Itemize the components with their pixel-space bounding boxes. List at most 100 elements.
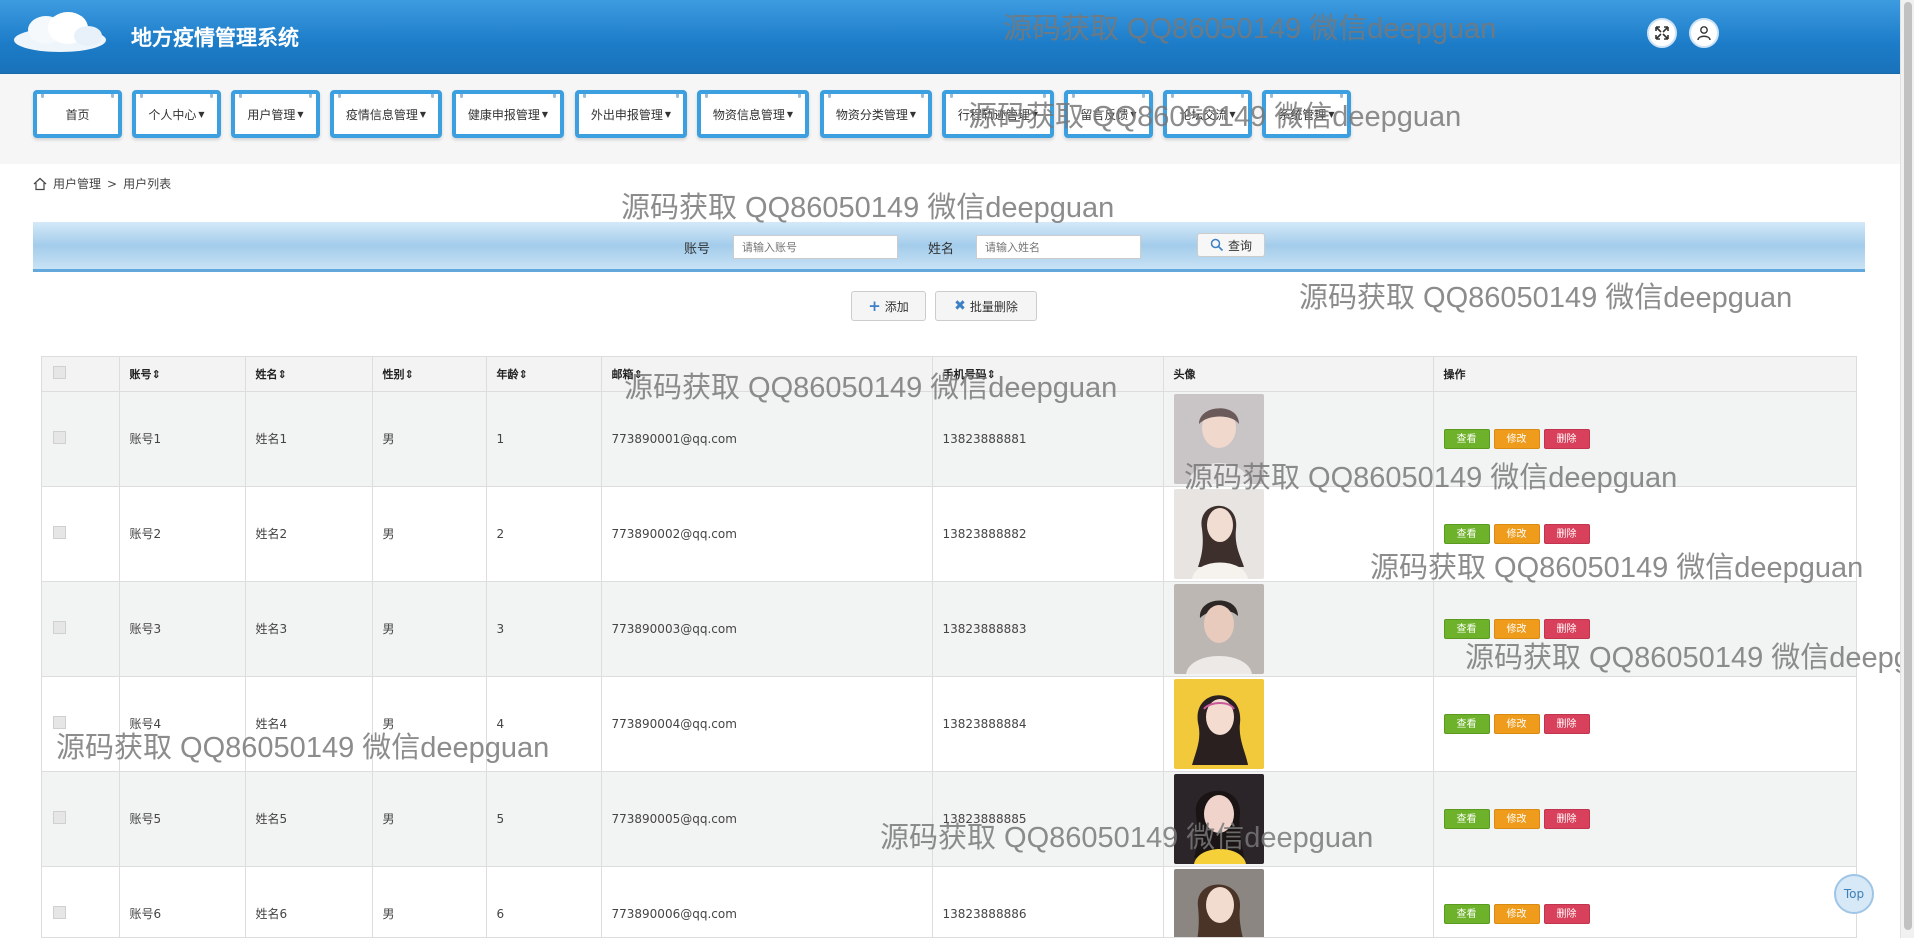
cell-gender: 男 [372, 486, 487, 582]
cell-phone: 13823888882 [932, 486, 1164, 582]
column-header-email[interactable]: 邮箱⇕ [601, 357, 933, 392]
delete-button[interactable]: 删除 [1543, 523, 1590, 544]
edit-button[interactable]: 修改 [1493, 523, 1540, 544]
breadcrumb-page: 用户列表 [123, 177, 172, 191]
chevron-down-icon: ▼ [1229, 109, 1236, 119]
avatar [1173, 868, 1264, 937]
nav-item-personal[interactable]: 个人中心 ▼ [132, 90, 221, 138]
chevron-down-icon: ▼ [297, 109, 304, 119]
table-row: 账号6 姓名6 男 6 773890006@qq.com 13823888886… [42, 866, 1856, 937]
column-header-name[interactable]: 姓名⇕ [245, 357, 373, 392]
cloud-logo-icon [14, 12, 106, 52]
column-header-age[interactable]: 年龄⇕ [486, 357, 602, 392]
view-button[interactable]: 查看 [1443, 618, 1490, 639]
query-button[interactable]: 查询 [1197, 233, 1265, 257]
row-checkbox[interactable] [53, 525, 66, 539]
cell-account: 账号4 [119, 676, 246, 772]
cell-name: 姓名3 [245, 581, 373, 677]
table-row: 账号5 姓名5 男 5 773890005@qq.com 13823888885… [42, 771, 1856, 867]
nav-item-system[interactable]: 系统管理 ▼ [1262, 90, 1351, 138]
cell-phone: 13823888883 [932, 581, 1164, 677]
breadcrumb: 用户管理 > 用户列表 [33, 175, 171, 192]
nav-item-supply-category[interactable]: 物资分类管理 ▼ [820, 90, 932, 138]
view-button[interactable]: 查看 [1443, 428, 1490, 449]
nav-item-trajectory[interactable]: 行程轨迹管理 ▼ [942, 90, 1054, 138]
row-checkbox[interactable] [53, 620, 66, 634]
chevron-down-icon: ▼ [1031, 109, 1039, 119]
nav-item-outing[interactable]: 外出申报管理 ▼ [575, 90, 687, 138]
nav-item-supplies[interactable]: 物资信息管理 ▼ [697, 90, 809, 138]
breadcrumb-section[interactable]: 用户管理 [53, 175, 101, 192]
nav-item-home[interactable]: 首页 [33, 90, 122, 138]
cell-age: 6 [486, 866, 602, 937]
cell-account: 账号2 [119, 486, 246, 582]
avatar [1173, 488, 1264, 579]
user-icon [1697, 26, 1711, 41]
cell-gender: 男 [372, 866, 487, 937]
batch-delete-button[interactable]: ✖ 批量删除 [935, 291, 1037, 321]
column-header-phone[interactable]: 手机号码⇕ [932, 357, 1164, 392]
edit-button[interactable]: 修改 [1493, 428, 1540, 449]
column-header-account[interactable]: 账号⇕ [119, 357, 246, 392]
account-search-input[interactable] [733, 235, 898, 259]
cell-age: 4 [486, 676, 602, 772]
fullscreen-button[interactable] [1647, 18, 1677, 48]
search-icon [1210, 238, 1224, 252]
breadcrumb-separator: > [107, 176, 118, 191]
cell-account: 账号3 [119, 581, 246, 677]
column-header-avatar: 头像 [1163, 357, 1434, 392]
delete-button[interactable]: 删除 [1543, 808, 1590, 829]
row-checkbox[interactable] [53, 810, 66, 824]
avatar [1173, 393, 1264, 484]
chevron-down-icon: ▼ [909, 109, 917, 119]
back-to-top-button[interactable]: Top [1834, 874, 1874, 914]
chevron-down-icon: ▼ [664, 109, 672, 119]
main-nav: 首页 个人中心 ▼ 用户管理 ▼ 疫情信息管理 ▼ 健康申报管理 ▼ 外出申报管理 ▼ 物… [0, 74, 1900, 164]
chevron-down-icon: ▼ [1130, 109, 1137, 119]
cell-age: 3 [486, 581, 602, 677]
view-button[interactable]: 查看 [1443, 713, 1490, 734]
column-header-gender[interactable]: 性别⇕ [372, 357, 487, 392]
avatar [1173, 773, 1264, 864]
search-bar: 账号 姓名 查询 [33, 222, 1865, 272]
nav-item-health[interactable]: 健康申报管理 ▼ [452, 90, 564, 138]
page-scrollbar[interactable] [1900, 0, 1914, 938]
view-button[interactable]: 查看 [1443, 903, 1490, 924]
user-button[interactable] [1689, 18, 1719, 48]
row-checkbox[interactable] [53, 905, 66, 919]
cell-account: 账号6 [119, 866, 246, 937]
row-checkbox[interactable] [53, 430, 66, 444]
select-all-checkbox[interactable] [53, 365, 66, 379]
edit-button[interactable]: 修改 [1493, 618, 1540, 639]
cell-gender: 男 [372, 391, 487, 487]
table-header-row: 账号⇕ 姓名⇕ 性别⇕ 年龄⇕ 邮箱⇕ 手机号码⇕ 头像 操作 [42, 357, 1856, 392]
chevron-down-icon: ▼ [198, 109, 205, 119]
nav-item-feedback[interactable]: 留言反馈 ▼ [1064, 90, 1153, 138]
plus-icon: + [868, 297, 881, 315]
name-search-input[interactable] [976, 235, 1141, 259]
cell-age: 5 [486, 771, 602, 867]
delete-button[interactable]: 删除 [1543, 713, 1590, 734]
cell-phone: 13823888885 [932, 771, 1164, 867]
edit-button[interactable]: 修改 [1493, 713, 1540, 734]
cell-account: 账号1 [119, 391, 246, 487]
cell-email: 773890001@qq.com [601, 391, 933, 487]
table-row: 账号3 姓名3 男 3 773890003@qq.com 13823888883… [42, 581, 1856, 677]
cell-email: 773890004@qq.com [601, 676, 933, 772]
cell-name: 姓名6 [245, 866, 373, 937]
view-button[interactable]: 查看 [1443, 808, 1490, 829]
view-button[interactable]: 查看 [1443, 523, 1490, 544]
add-button[interactable]: + 添加 [851, 291, 926, 321]
row-checkbox[interactable] [53, 715, 66, 729]
delete-button[interactable]: 删除 [1543, 428, 1590, 449]
nav-item-users[interactable]: 用户管理 ▼ [231, 90, 320, 138]
edit-button[interactable]: 修改 [1493, 808, 1540, 829]
cell-age: 2 [486, 486, 602, 582]
sort-icon: ⇕ [986, 367, 996, 381]
edit-button[interactable]: 修改 [1493, 903, 1540, 924]
cell-email: 773890003@qq.com [601, 581, 933, 677]
delete-button[interactable]: 删除 [1543, 618, 1590, 639]
nav-item-epidemic[interactable]: 疫情信息管理 ▼ [330, 90, 442, 138]
delete-button[interactable]: 删除 [1543, 903, 1590, 924]
nav-item-forum[interactable]: 论坛交流 ▼ [1163, 90, 1252, 138]
